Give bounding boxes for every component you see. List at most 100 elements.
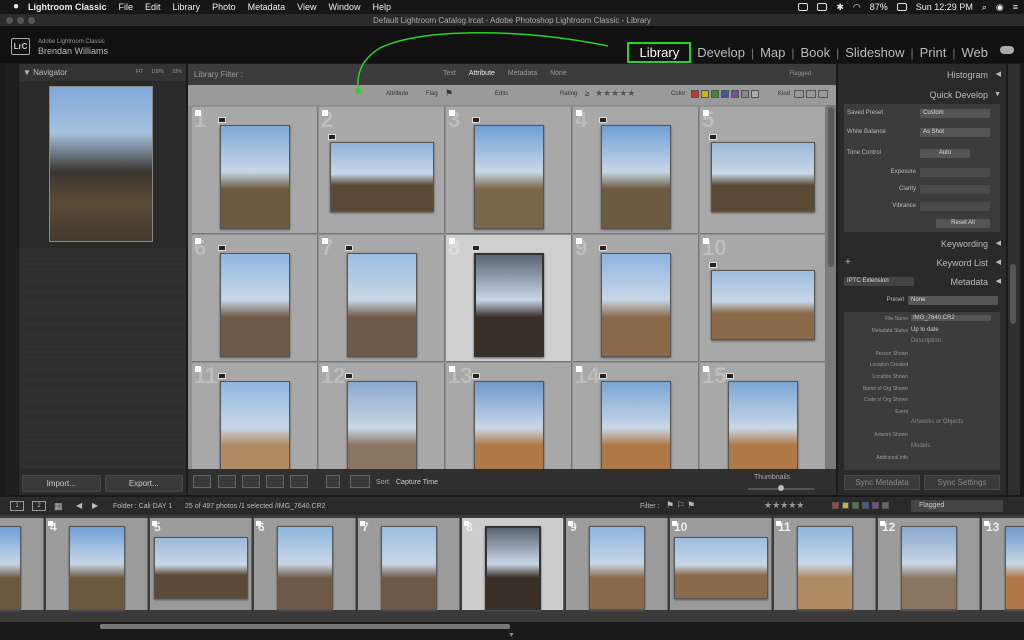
bottom-panel-toggle-icon[interactable]: ▼ — [508, 632, 515, 639]
sort-value[interactable]: Capture Time — [396, 479, 438, 486]
battery-icon[interactable] — [896, 3, 907, 11]
module-book[interactable]: Book — [794, 45, 836, 60]
back-arrow-icon[interactable]: ◀ — [76, 501, 82, 510]
metadata-badge-icon[interactable] — [345, 373, 353, 379]
filter-preset[interactable]: Flagged — [789, 71, 811, 77]
search-icon[interactable]: ⌕ — [982, 2, 987, 13]
photo-thumbnail[interactable] — [474, 253, 544, 357]
pick-flag-icon[interactable] — [464, 521, 469, 526]
quick-develop-header[interactable]: Quick Develop — [838, 86, 1006, 104]
photo-thumbnail[interactable] — [347, 381, 417, 469]
color-swatch-green[interactable] — [711, 90, 719, 98]
photo-thumbnail[interactable] — [220, 125, 290, 229]
grid-cell[interactable]: 1 — [192, 107, 318, 234]
forward-arrow-icon[interactable]: ▶ — [92, 501, 98, 510]
filmstrip-cell[interactable]: 11 — [774, 518, 876, 610]
filmstrip-cell[interactable] — [0, 518, 44, 610]
saved-preset-select[interactable]: Custom — [920, 109, 990, 118]
filter-tab-none[interactable]: None — [550, 70, 567, 77]
filmstrip-thumbnail[interactable] — [797, 526, 853, 610]
grid-cell[interactable]: 13 — [446, 363, 572, 469]
pick-flag-icon[interactable] — [195, 238, 201, 244]
filmstrip-cell[interactable]: 12 — [878, 518, 980, 610]
wifi-icon[interactable]: ◠ — [853, 2, 861, 13]
close-icon[interactable] — [6, 17, 13, 24]
pick-flag-icon[interactable] — [256, 521, 261, 526]
metadata-badge-icon[interactable] — [599, 117, 607, 123]
color-swatch-red[interactable] — [691, 90, 699, 98]
photo-thumbnail[interactable] — [220, 381, 290, 469]
photo-thumbnail[interactable] — [728, 381, 798, 469]
filmstrip-thumbnail[interactable] — [277, 526, 333, 610]
pick-flag-icon[interactable] — [195, 110, 201, 116]
kind-virtual-icon[interactable] — [806, 90, 816, 98]
white-balance-select[interactable]: As Shot — [920, 128, 990, 137]
grid-cell[interactable]: 8 — [446, 235, 572, 362]
compare-view-icon[interactable] — [242, 475, 260, 488]
folder-source[interactable]: Folder : Cali DAY 1 — [113, 503, 172, 510]
right-scroll-thumb[interactable] — [1010, 264, 1016, 324]
grid-cell[interactable]: 2 — [319, 107, 445, 234]
metadata-field-value[interactable]: IMG_7640.CR2 — [911, 315, 991, 321]
color-swatch-yellow[interactable] — [701, 90, 709, 98]
keyword-list-header[interactable]: Keyword List — [838, 254, 1006, 272]
grid-cell[interactable]: 5 — [700, 107, 826, 234]
color-filter-blue[interactable] — [862, 502, 869, 509]
menu-window[interactable]: Window — [328, 2, 360, 12]
metadata-badge-icon[interactable] — [472, 373, 480, 379]
filmstrip-cell[interactable]: 8 — [462, 518, 564, 610]
pick-flag-icon[interactable] — [576, 238, 582, 244]
menu-photo[interactable]: Photo — [212, 2, 236, 12]
left-panel-edge[interactable] — [6, 64, 18, 495]
pick-flag-icon[interactable] — [195, 366, 201, 372]
slider-knob[interactable] — [778, 485, 784, 491]
keywording-header[interactable]: Keywording — [838, 235, 1006, 253]
metadata-badge-icon[interactable] — [345, 245, 353, 251]
filter-tab-text[interactable]: Text — [443, 70, 456, 77]
metadata-badge-icon[interactable] — [472, 245, 480, 251]
filmstrip-thumbnail[interactable] — [485, 526, 541, 610]
pick-flag-icon[interactable] — [449, 238, 455, 244]
pick-flag-icon[interactable] — [568, 521, 573, 526]
photo-thumbnail[interactable] — [601, 381, 671, 469]
color-filter-yellow[interactable] — [842, 502, 849, 509]
filmstrip-thumbnail[interactable] — [69, 526, 125, 610]
color-swatch-blue[interactable] — [721, 90, 729, 98]
pick-flag-icon[interactable] — [576, 366, 582, 372]
filmstrip-thumbnail[interactable] — [381, 526, 437, 610]
traffic-lights[interactable] — [6, 17, 35, 24]
sort-direction-icon[interactable] — [350, 475, 370, 488]
module-develop[interactable]: Develop — [691, 45, 751, 60]
pick-flag-icon[interactable] — [322, 110, 328, 116]
exposure-stepper[interactable] — [920, 168, 990, 177]
histogram-header[interactable]: Histogram — [838, 66, 1006, 84]
menu-metadata[interactable]: Metadata — [248, 2, 286, 12]
photo-thumbnail[interactable] — [711, 142, 815, 212]
navigator-preview[interactable] — [49, 86, 153, 242]
photo-thumbnail[interactable] — [474, 125, 544, 229]
metadata-badge-icon[interactable] — [726, 373, 734, 379]
zoom-100[interactable]: 100% — [151, 64, 164, 81]
color-filter-red[interactable] — [832, 502, 839, 509]
bluetooth-icon[interactable]: ✱ — [836, 2, 844, 13]
filmstrip-cell[interactable]: 9 — [566, 518, 668, 610]
flag-icon[interactable]: ⚑ — [445, 88, 453, 99]
screen-icon[interactable] — [798, 3, 809, 11]
rating-stars[interactable]: ★★★★★ — [595, 88, 635, 99]
filmstrip-thumbnail[interactable] — [901, 526, 957, 610]
color-filter-green[interactable] — [852, 502, 859, 509]
pick-flag-icon[interactable] — [322, 238, 328, 244]
metadata-badge-icon[interactable] — [472, 117, 480, 123]
grid-cell[interactable]: 6 — [192, 235, 318, 362]
sync-settings-button[interactable]: Sync Settings — [924, 475, 1000, 490]
star-filter[interactable]: ★★★★★ — [764, 500, 804, 511]
metadata-badge-icon[interactable] — [218, 373, 226, 379]
filmstrip-thumbnail[interactable] — [0, 526, 21, 610]
photo-thumbnail[interactable] — [601, 253, 671, 357]
photo-thumbnail[interactable] — [711, 270, 815, 340]
photo-count[interactable]: 25 of 497 photos /1 selected /IMG_7640.C… — [185, 503, 325, 510]
grid-cell[interactable]: 4 — [573, 107, 699, 234]
right-panel-scrollbar[interactable] — [1008, 64, 1020, 495]
menu-view[interactable]: View — [297, 2, 316, 12]
pick-flag-icon[interactable] — [449, 110, 455, 116]
